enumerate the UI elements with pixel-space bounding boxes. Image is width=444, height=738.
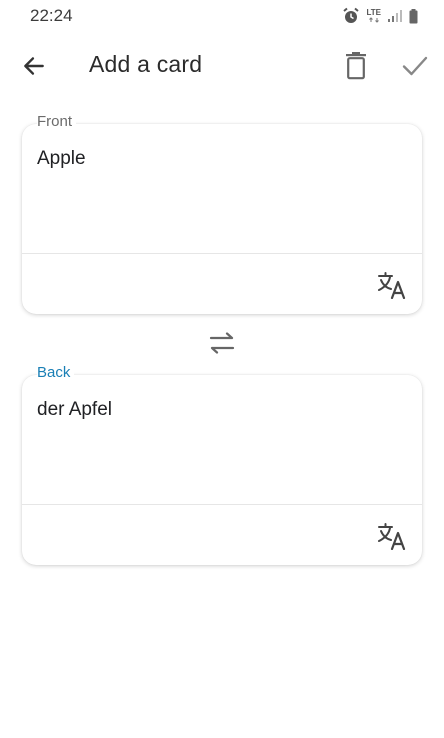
- checkmark-icon: [402, 56, 428, 76]
- back-translate-button[interactable]: [376, 520, 408, 552]
- status-time: 22:24: [30, 6, 73, 25]
- back-button[interactable]: [18, 50, 50, 82]
- status-bar: 22:24 LTE: [0, 0, 444, 32]
- lte-label: LTE: [366, 8, 381, 17]
- delete-button[interactable]: [340, 49, 372, 83]
- save-button[interactable]: [398, 49, 432, 83]
- battery-icon: [409, 8, 418, 24]
- back-divider: [22, 504, 422, 505]
- page-title: Add a card: [89, 51, 203, 77]
- front-divider: [22, 253, 422, 254]
- front-input[interactable]: Apple: [37, 148, 86, 170]
- trash-icon: [346, 52, 366, 80]
- front-label: Front: [37, 113, 77, 130]
- app-bar: Add a card: [0, 40, 444, 92]
- back-label: Back: [37, 364, 75, 381]
- alarm-icon: [342, 7, 360, 25]
- status-icons: LTE: [342, 6, 418, 26]
- front-card: Apple: [22, 124, 422, 314]
- front-translate-button[interactable]: [376, 269, 408, 301]
- back-card: der Apfel: [22, 375, 422, 565]
- signal-icon: [387, 9, 403, 23]
- back-arrow-icon: [24, 57, 44, 75]
- back-input[interactable]: der Apfel: [37, 399, 112, 421]
- lte-icon: LTE: [366, 9, 381, 23]
- translate-icon: [378, 272, 406, 299]
- swap-arrows-icon: [209, 332, 235, 354]
- translate-icon: [378, 523, 406, 550]
- swap-button[interactable]: [205, 328, 239, 358]
